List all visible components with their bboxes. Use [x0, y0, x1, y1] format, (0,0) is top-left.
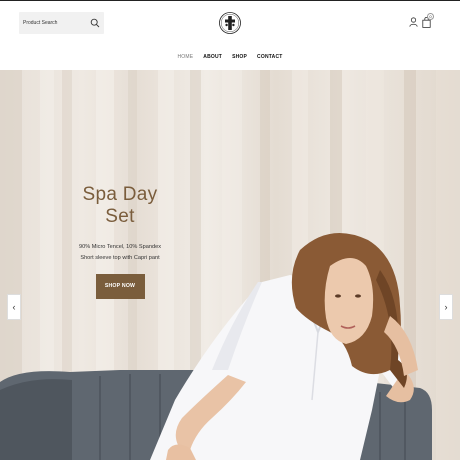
search-box	[19, 12, 104, 34]
nav-item-home[interactable]: HOME	[177, 50, 193, 64]
main-nav: HOME ABOUT SHOP CONTACT	[0, 50, 460, 64]
nav-item-about[interactable]: ABOUT	[203, 50, 222, 64]
hero-title: Spa Day Set	[82, 184, 158, 227]
user-icon[interactable]	[409, 17, 418, 27]
brand-logo[interactable]	[219, 4, 241, 42]
hero-subtitle-line2: Short sleeve top with Capri pant	[80, 255, 160, 261]
site-header: 0	[0, 1, 460, 45]
search-input[interactable]	[19, 12, 91, 34]
slider-prev-arrow-icon[interactable]: ‹	[7, 294, 21, 320]
nav-item-contact[interactable]: CONTACT	[257, 50, 282, 64]
search-icon[interactable]	[90, 18, 100, 28]
shop-now-button[interactable]: SHOP NOW	[95, 274, 145, 299]
hero-subtitle-line1: 90% Micro Tencel, 10% Spandex	[79, 244, 161, 250]
cart-count-badge: 0	[427, 13, 434, 20]
nav-item-shop[interactable]: SHOP	[232, 50, 247, 64]
slider-next-arrow-icon[interactable]: ›	[439, 294, 453, 320]
hero-slider: Spa Day Set 90% Micro Tencel, 10% Spande…	[0, 70, 460, 460]
hero-caption: Spa Day Set 90% Micro Tencel, 10% Spande…	[66, 184, 174, 299]
header-icons: 0	[409, 13, 439, 31]
